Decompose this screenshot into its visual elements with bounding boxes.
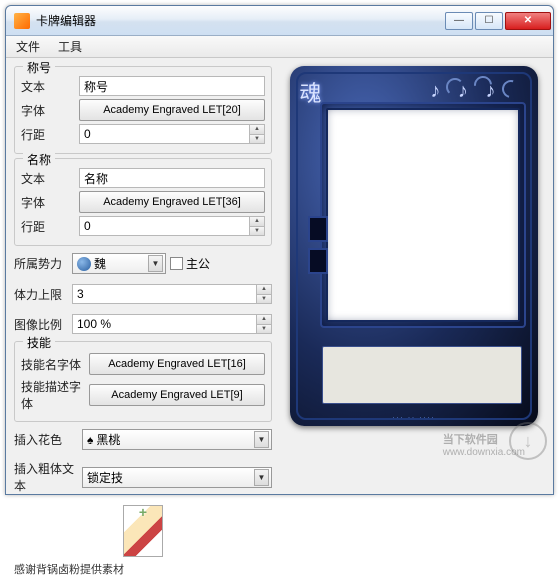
title-text-label: 文本: [21, 78, 75, 95]
spade-icon: ♠: [87, 433, 93, 447]
window-title: 卡牌编辑器: [36, 12, 445, 29]
spin-down-icon[interactable]: ▼: [250, 227, 264, 236]
menu-tools[interactable]: 工具: [54, 36, 86, 57]
minimize-button[interactable]: —: [445, 12, 473, 30]
title-spacing-input[interactable]: [79, 124, 249, 144]
card-side-tab: [308, 248, 328, 274]
window-controls: — ☐ ✕: [445, 12, 551, 30]
flame-icon: 魂: [300, 76, 330, 106]
credit-text: 感谢背锅卤粉提供素材: [14, 561, 272, 577]
skill-name-font-button[interactable]: Academy Engraved LET[16]: [89, 353, 265, 375]
name-text-input[interactable]: [79, 168, 265, 188]
scale-input[interactable]: [72, 314, 256, 334]
suit-combo[interactable]: ♠黑桃 ▼: [82, 429, 272, 450]
card-side-tab: [308, 216, 328, 242]
title-font-label: 字体: [21, 102, 75, 119]
group-title: 称号 文本 字体 Academy Engraved LET[20] 行距 ▲▼: [14, 66, 272, 154]
skill-desc-font-label: 技能描述字体: [21, 378, 85, 412]
scale-spinner[interactable]: ▲▼: [72, 314, 272, 334]
title-spacing-label: 行距: [21, 126, 75, 143]
spin-down-icon[interactable]: ▼: [257, 295, 271, 304]
app-icon: [14, 13, 30, 29]
title-spacing-spinner[interactable]: ▲▼: [79, 124, 265, 144]
group-skill-legend: 技能: [23, 334, 55, 351]
ornament-swirls: [424, 70, 534, 106]
menubar: 文件 工具: [6, 36, 553, 58]
watermark-icon: ↓: [509, 422, 547, 460]
bold-combo[interactable]: 锁定技 ▼: [82, 467, 272, 488]
title-text-input[interactable]: [79, 76, 265, 96]
chevron-down-icon[interactable]: ▼: [254, 431, 269, 448]
titlebar[interactable]: 卡牌编辑器 — ☐ ✕: [6, 6, 553, 36]
menu-file[interactable]: 文件: [12, 36, 44, 57]
spin-up-icon[interactable]: ▲: [257, 285, 271, 295]
editor-panel: 称号 文本 字体 Academy Engraved LET[20] 行距 ▲▼: [14, 66, 272, 486]
group-name: 名称 文本 字体 Academy Engraved LET[36] 行距 ▲▼: [14, 158, 272, 246]
card-desc-area: [322, 346, 522, 404]
faction-combo[interactable]: 魏 ▼: [72, 253, 166, 274]
close-button[interactable]: ✕: [505, 12, 551, 30]
skill-name-font-label: 技能名字体: [21, 356, 85, 373]
spin-down-icon[interactable]: ▼: [257, 325, 271, 334]
card-footer: ··· ·· ····: [290, 412, 538, 422]
group-name-legend: 名称: [23, 151, 55, 168]
card-art-area: [326, 108, 520, 322]
checkbox-icon[interactable]: [170, 257, 183, 270]
chevron-down-icon[interactable]: ▼: [254, 469, 269, 486]
card-preview: 魂 ♪ ♪ ♪ ··· ·· ····: [290, 66, 538, 426]
spin-up-icon[interactable]: ▲: [257, 315, 271, 325]
maximize-button[interactable]: ☐: [475, 12, 503, 30]
content-area: 称号 文本 字体 Academy Engraved LET[20] 行距 ▲▼: [6, 58, 553, 494]
chevron-down-icon[interactable]: ▼: [148, 255, 163, 272]
name-font-label: 字体: [21, 194, 75, 211]
hp-input[interactable]: [72, 284, 256, 304]
suit-label: 插入花色: [14, 431, 78, 448]
bold-label: 插入粗体文本: [14, 460, 78, 494]
scale-label: 图像比例: [14, 316, 68, 333]
name-font-button[interactable]: Academy Engraved LET[36]: [79, 191, 265, 213]
hp-label: 体力上限: [14, 286, 68, 303]
app-window: 卡牌编辑器 — ☐ ✕ 文件 工具 称号 文本 字体 Academy Engra…: [5, 5, 554, 495]
lord-checkbox[interactable]: 主公: [170, 255, 210, 272]
faction-icon: [77, 257, 91, 271]
template-thumbnail[interactable]: [123, 505, 163, 557]
group-skill: 技能 技能名字体 Academy Engraved LET[16] 技能描述字体…: [14, 341, 272, 422]
name-text-label: 文本: [21, 170, 75, 187]
hp-spinner[interactable]: ▲▼: [72, 284, 272, 304]
title-font-button[interactable]: Academy Engraved LET[20]: [79, 99, 265, 121]
spin-down-icon[interactable]: ▼: [250, 135, 264, 144]
name-spacing-label: 行距: [21, 218, 75, 235]
name-spacing-input[interactable]: [79, 216, 249, 236]
group-title-legend: 称号: [23, 59, 55, 76]
skill-desc-font-button[interactable]: Academy Engraved LET[9]: [89, 384, 265, 406]
card-preview-area: 魂 ♪ ♪ ♪ ··· ·· ···· 当下软件园 www.downxia.co…: [282, 66, 545, 486]
spin-up-icon[interactable]: ▲: [250, 125, 264, 135]
faction-label: 所属势力: [14, 255, 68, 272]
name-spacing-spinner[interactable]: ▲▼: [79, 216, 265, 236]
lord-label: 主公: [186, 255, 210, 272]
spin-up-icon[interactable]: ▲: [250, 217, 264, 227]
